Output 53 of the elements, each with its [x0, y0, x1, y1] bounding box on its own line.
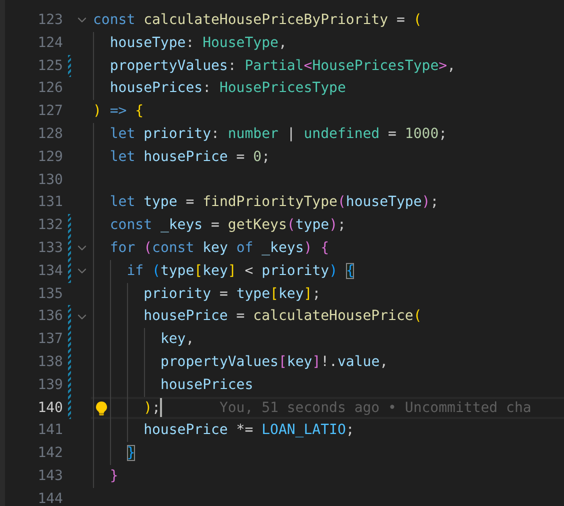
code-line: housePrices: HousePricesType	[110, 79, 346, 98]
code-line: housePrices	[160, 376, 254, 395]
line-number: 137	[36, 330, 63, 350]
code-line: const calculateHousePriceByPriority = (	[93, 11, 422, 30]
code-line: ) => {	[93, 102, 144, 122]
code-line: key,	[160, 330, 194, 350]
modified-marker[interactable]	[68, 236, 70, 260]
modified-marker[interactable]	[68, 374, 70, 397]
line-number: 141	[36, 421, 63, 440]
code-line: propertyValues[key]!.value,	[160, 352, 388, 372]
code-line: );	[144, 398, 160, 418]
line-number: 139	[36, 376, 63, 395]
modified-marker[interactable]	[68, 214, 70, 237]
line-number: 140	[36, 398, 63, 418]
code-line: let housePrice = 0;	[110, 148, 270, 167]
modified-marker[interactable]	[68, 396, 70, 420]
text-cursor	[160, 398, 162, 418]
code-line: let type = findPriorityType(houseType);	[110, 193, 439, 212]
line-number: 135	[36, 284, 63, 304]
line-number: 136	[36, 307, 63, 326]
line-number: 133	[36, 238, 63, 258]
line-number: 143	[36, 466, 63, 486]
line-number: 138	[36, 352, 63, 372]
code-line: const _keys = getKeys(type);	[110, 216, 346, 236]
line-number: 144	[36, 490, 63, 506]
blame-annotation: You, 51 seconds ago • Uncommitted cha	[219, 398, 532, 418]
line-number: 124	[36, 34, 63, 53]
line-number: 129	[36, 148, 63, 167]
code-line: propertyValues: Partial<HousePricesType>,	[110, 56, 456, 76]
line-number: 126	[36, 79, 63, 98]
line-number: 131	[36, 193, 63, 212]
line-number: 142	[36, 444, 63, 464]
modified-marker[interactable]	[68, 260, 70, 283]
line-number: 132	[36, 216, 63, 236]
code-line: houseType: HouseType,	[110, 34, 287, 53]
code-line: for (const key of _keys) {	[110, 238, 330, 258]
code-line: }	[110, 466, 118, 486]
modified-marker[interactable]	[68, 305, 70, 328]
line-number: 128	[36, 124, 63, 144]
code-line: housePrice = calculateHousePrice(	[144, 307, 422, 326]
modified-marker[interactable]	[68, 350, 70, 374]
code-line: let priority: number | undefined = 1000;	[110, 124, 448, 144]
line-number: 134	[36, 262, 63, 281]
line-number: 125	[36, 56, 63, 76]
code-line: priority = type[key];	[144, 284, 321, 304]
line-number: 130	[36, 170, 63, 190]
lightbulb-icon[interactable]	[95, 400, 108, 416]
modified-marker[interactable]	[68, 328, 70, 351]
code-line: housePrice *= LOAN_LATIO;	[144, 421, 354, 440]
code-line: if (type[key] < priority) {	[126, 262, 354, 281]
modified-marker[interactable]	[68, 54, 70, 78]
line-number: 127	[36, 102, 63, 122]
line-number: 123	[36, 11, 63, 30]
